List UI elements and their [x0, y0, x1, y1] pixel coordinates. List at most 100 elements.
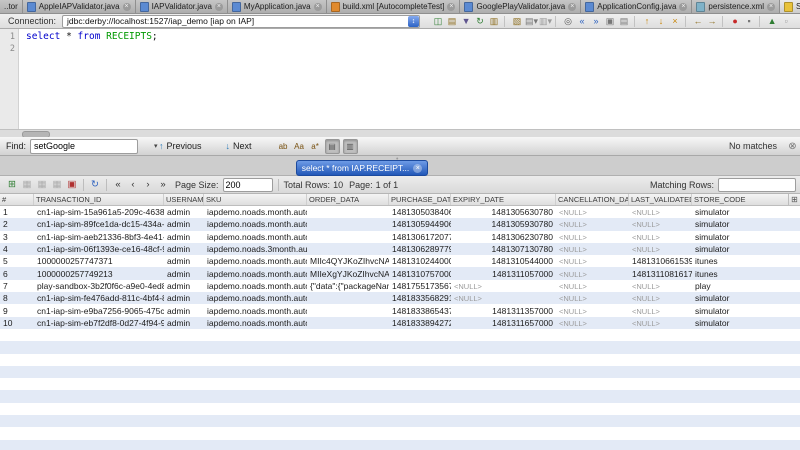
table-cell[interactable]: 4: [0, 244, 34, 254]
table-cell[interactable]: 1481311057000: [451, 269, 556, 279]
table-cell[interactable]: 1000000257747371: [34, 256, 164, 266]
connection-combo[interactable]: jdbc:derby://localhost:1527/iap_demo [ia…: [62, 15, 420, 28]
table-cell[interactable]: 1481311357000: [451, 306, 556, 316]
new-sql-file-icon[interactable]: ▤: [446, 16, 458, 27]
table-cell[interactable]: 1481755173567: [389, 281, 451, 291]
insert-record-icon[interactable]: ⊞: [6, 179, 18, 190]
table-cell[interactable]: cn1-iap-sim-15a961a5-209c-4638-9...: [34, 207, 164, 217]
find-close-icon[interactable]: ⊗: [787, 141, 798, 152]
table-cell[interactable]: 1481833568291: [389, 293, 451, 303]
demote-selection-icon[interactable]: ↓: [655, 16, 667, 27]
table-cell[interactable]: 1481311081617: [629, 269, 692, 279]
sql-editor[interactable]: 12 select * from RECEIPTS;: [0, 29, 800, 129]
table-cell[interactable]: 1481305930780: [451, 219, 556, 229]
table-cell[interactable]: admin: [164, 256, 204, 266]
promote-selection-icon[interactable]: ↑: [641, 16, 653, 27]
find-combo[interactable]: ▾: [30, 139, 138, 154]
find-input[interactable]: [31, 141, 154, 151]
table-cell[interactable]: cn1-iap-sim-aeb21336-8bf3-4e41-b...: [34, 232, 164, 242]
sql-history-icon[interactable]: ↻: [474, 16, 486, 27]
file-tab[interactable]: build.xml [AutocompleteTest]×: [327, 0, 461, 13]
table-cell[interactable]: simulator: [692, 207, 800, 217]
table-cell[interactable]: cn1-iap-sim-eb7f2df8-0d27-4f94-95...: [34, 318, 164, 328]
table-cell[interactable]: <NULL>: [451, 281, 556, 291]
tab-close-icon[interactable]: ×: [568, 3, 576, 11]
table-cell[interactable]: simulator: [692, 244, 800, 254]
record-macro-icon[interactable]: ●: [729, 16, 741, 27]
table-cell[interactable]: <NULL>: [556, 256, 629, 266]
shift-left-icon[interactable]: ←: [692, 16, 704, 27]
table-cell[interactable]: 1481310661539: [629, 256, 692, 266]
table-cell[interactable]: itunes: [692, 269, 800, 279]
table-cell[interactable]: MIIeXgYJKoZIhvcNAQc...: [307, 269, 389, 279]
page-size-input[interactable]: [223, 178, 273, 192]
table-cell[interactable]: 1481310757000: [389, 269, 451, 279]
table-cell[interactable]: <NULL>: [556, 232, 629, 242]
file-tab[interactable]: SQL 1 [jdbc:derby://localhost:15...]×: [780, 0, 800, 13]
table-cell[interactable]: 3: [0, 232, 34, 242]
table-cell[interactable]: cn1-iap-sim-e9ba7256-9065-475c-9...: [34, 306, 164, 316]
table-cell[interactable]: MIIc4QYJKoZIhvcNAQc...: [307, 256, 389, 266]
table-cell[interactable]: <NULL>: [629, 306, 692, 316]
table-cell[interactable]: cn1-iap-sim-89fce1da-dc15-434a-81...: [34, 219, 164, 229]
table-cell[interactable]: {"data":{"packageNam...: [307, 281, 389, 291]
column-header[interactable]: TRANSACTION_ID: [34, 194, 164, 205]
previous-page-icon[interactable]: ‹: [127, 179, 139, 190]
connection-combo-stepper-icon[interactable]: ↕: [408, 16, 419, 27]
remove-bookmark-icon[interactable]: ×: [669, 16, 681, 27]
more-actions-icon[interactable]: ▫: [780, 16, 792, 27]
table-cell[interactable]: admin: [164, 281, 204, 291]
table-cell[interactable]: 1: [0, 207, 34, 217]
table-cell[interactable]: play: [692, 281, 800, 291]
table-cell[interactable]: <NULL>: [556, 207, 629, 217]
table-cell[interactable]: 1000000257749213: [34, 269, 164, 279]
table-cell[interactable]: iapdemo.noads.month.auto: [204, 293, 307, 303]
wrap-search-icon[interactable]: ▥: [343, 139, 358, 154]
table-cell[interactable]: 9: [0, 306, 34, 316]
tab-close-icon[interactable]: ×: [447, 3, 455, 11]
table-cell[interactable]: 7: [0, 281, 34, 291]
tab-close-icon[interactable]: ×: [123, 3, 131, 11]
column-header[interactable]: SKU: [204, 194, 307, 205]
file-tab[interactable]: AppleIAPValidator.java×: [23, 0, 136, 13]
next-occurrence-icon[interactable]: »: [590, 16, 602, 27]
table-cell[interactable]: 1481833894272: [389, 318, 451, 328]
table-cell[interactable]: 10: [0, 318, 34, 328]
connect-database-icon[interactable]: ◫: [432, 16, 444, 27]
table-cell[interactable]: iapdemo.noads.month.auto: [204, 219, 307, 229]
table-cell[interactable]: <NULL>: [556, 318, 629, 328]
save-icon[interactable]: ▤▾: [525, 16, 537, 27]
run-file-icon[interactable]: ▲: [766, 16, 778, 27]
refresh-icon[interactable]: ↻: [89, 179, 101, 190]
regular-expression-icon[interactable]: a*: [309, 140, 322, 153]
column-header[interactable]: STORE_CODE: [692, 194, 800, 205]
column-header[interactable]: ORDER_DATA: [307, 194, 389, 205]
table-cell[interactable]: simulator: [692, 232, 800, 242]
table-cell[interactable]: 1481305630780: [451, 207, 556, 217]
tab-close-icon[interactable]: ×: [314, 3, 322, 11]
result-tab-close-icon[interactable]: ×: [413, 164, 422, 173]
paste-icon[interactable]: ▤: [618, 16, 630, 27]
file-tab[interactable]: ..tor: [0, 0, 23, 13]
copy-icon[interactable]: ▣: [604, 16, 616, 27]
find-next-button[interactable]: ↓ Next: [223, 140, 255, 152]
table-cell[interactable]: iapdemo.noads.month.auto: [204, 306, 307, 316]
column-header[interactable]: EXPIRY_DATE: [451, 194, 556, 205]
matching-rows-input[interactable]: [718, 178, 796, 192]
highlight-results-icon[interactable]: ab: [277, 140, 290, 153]
last-page-icon[interactable]: »: [157, 179, 169, 190]
search-in-selection-icon[interactable]: ▤: [325, 139, 340, 154]
table-cell[interactable]: <NULL>: [629, 281, 692, 291]
save-as-icon[interactable]: ▥▾: [539, 16, 551, 27]
sql-code-area[interactable]: select * from RECEIPTS;: [19, 29, 800, 129]
table-cell[interactable]: <NULL>: [629, 244, 692, 254]
table-cell[interactable]: 2: [0, 219, 34, 229]
table-cell[interactable]: 1481305944906: [389, 219, 451, 229]
table-cell[interactable]: <NULL>: [556, 269, 629, 279]
table-cell[interactable]: admin: [164, 232, 204, 242]
table-cell[interactable]: iapdemo.noads.3month.auto: [204, 244, 307, 254]
file-tab[interactable]: ApplicationConfig.java×: [581, 0, 692, 13]
table-cell[interactable]: <NULL>: [629, 219, 692, 229]
table-cell[interactable]: admin: [164, 207, 204, 217]
match-case-icon[interactable]: Aa: [293, 140, 306, 153]
